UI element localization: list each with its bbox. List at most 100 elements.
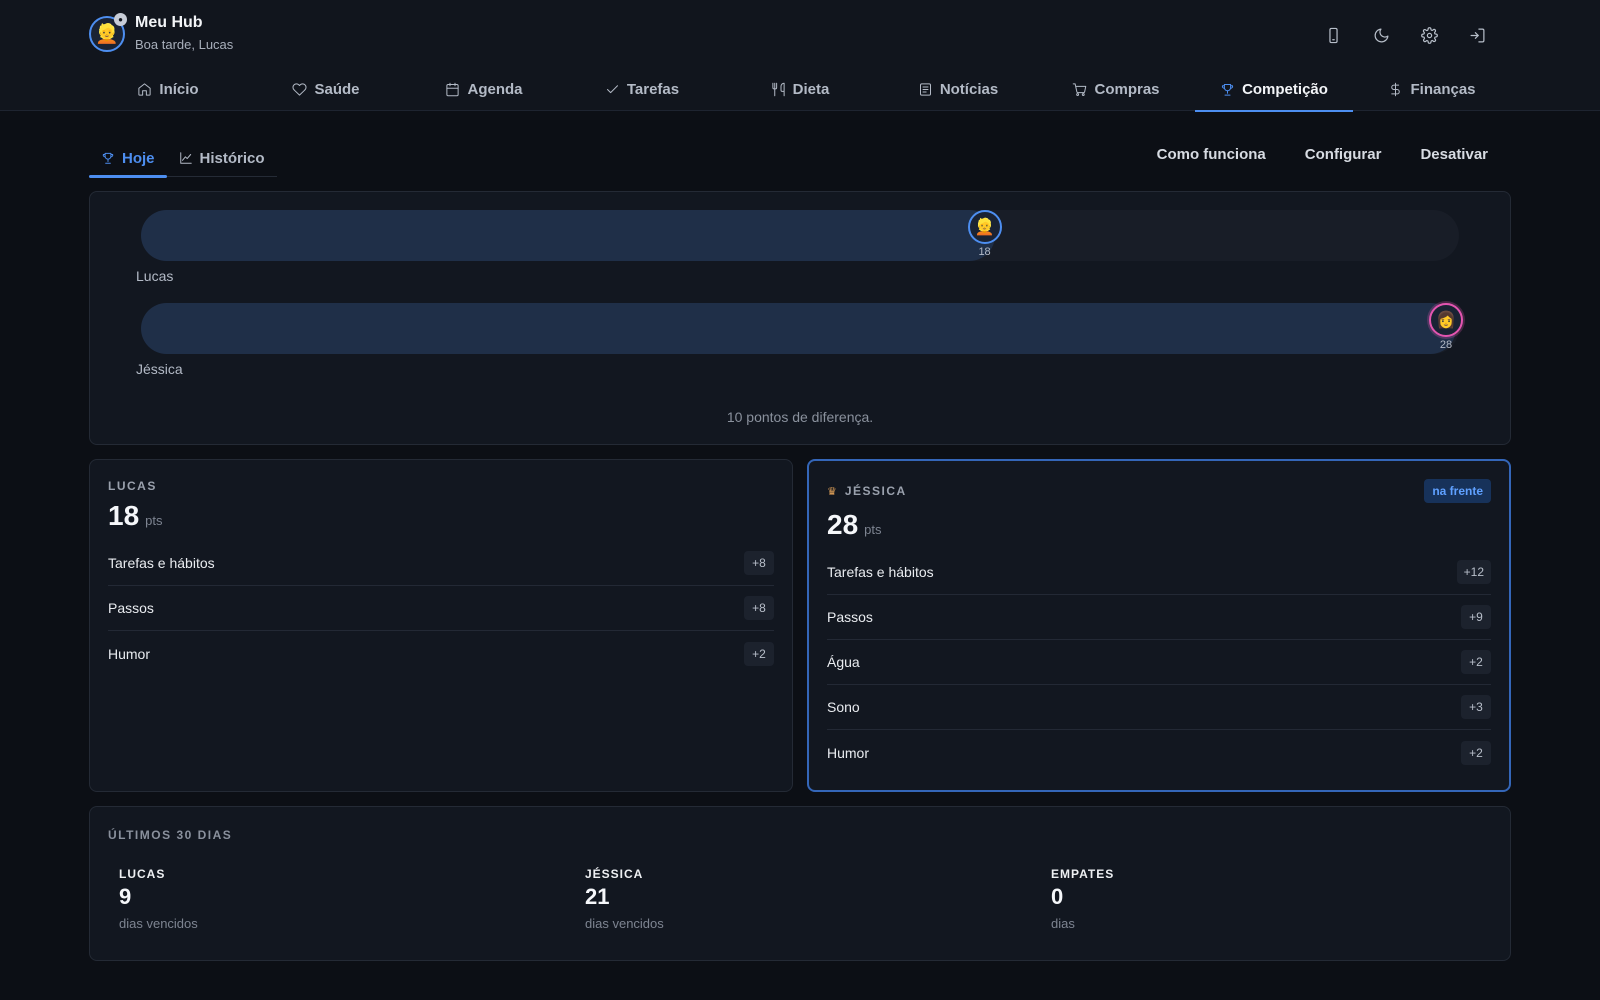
row-value: +2 bbox=[1461, 740, 1491, 765]
tab-label: Competição bbox=[1242, 81, 1328, 98]
tab-label: Histórico bbox=[199, 149, 265, 167]
main-nav: Início Saúde Agenda Tarefas Dieta Notíci… bbox=[89, 72, 1511, 112]
row-value: +3 bbox=[1461, 695, 1491, 719]
list-item: Humor +2 bbox=[827, 730, 1491, 775]
score-unit: pts bbox=[145, 513, 163, 528]
stat-value: 21 bbox=[585, 884, 610, 909]
player-score: 18 pts bbox=[108, 500, 163, 532]
race-progress-lucas bbox=[141, 210, 995, 261]
row-label: Tarefas e hábitos bbox=[108, 555, 215, 571]
row-label: Passos bbox=[827, 609, 873, 625]
logout-icon[interactable] bbox=[1464, 22, 1490, 48]
stat-jessica: JÉSSICA 21 dias vencidos bbox=[585, 867, 664, 931]
gear-icon[interactable] bbox=[1416, 22, 1442, 48]
chart-icon bbox=[179, 152, 192, 164]
configure-button[interactable]: Configurar bbox=[1305, 146, 1382, 163]
list-item: Sono +3 bbox=[827, 685, 1491, 730]
list-item: Passos +8 bbox=[108, 586, 774, 631]
phone-icon[interactable] bbox=[1320, 22, 1346, 48]
race-progress-jessica bbox=[141, 303, 1456, 354]
player-card-lucas: LUCAS 18 pts Tarefas e hábitos +8 Passos… bbox=[89, 459, 793, 792]
score-breakdown: Tarefas e hábitos +8 Passos +8 Humor +2 bbox=[108, 541, 774, 676]
app-title: Meu Hub bbox=[135, 14, 203, 31]
tab-saude[interactable]: Saúde bbox=[247, 72, 405, 111]
row-label: Sono bbox=[827, 699, 860, 715]
how-it-works-button[interactable]: Como funciona bbox=[1157, 146, 1266, 163]
history-card: ÚLTIMOS 30 DIAS LUCAS 9 dias vencidos JÉ… bbox=[89, 806, 1511, 961]
player-score: 28 pts bbox=[827, 509, 882, 541]
points-difference: 10 pontos de diferença. bbox=[726, 409, 874, 425]
stat-label: EMPATES bbox=[1051, 867, 1115, 881]
list-item: Tarefas e hábitos +12 bbox=[827, 550, 1491, 595]
tab-tarefas[interactable]: Tarefas bbox=[563, 72, 721, 111]
tab-label: Tarefas bbox=[626, 81, 680, 98]
person-icon[interactable]: 👱 ● bbox=[89, 13, 127, 52]
utensils-icon bbox=[772, 82, 785, 97]
tab-label: Hoje bbox=[122, 149, 155, 167]
stat-sub: dias vencidos bbox=[119, 916, 198, 931]
race-track-lucas bbox=[141, 210, 1459, 261]
brand-text: Meu Hub Boa tarde, Lucas bbox=[135, 13, 233, 55]
row-value: +8 bbox=[744, 551, 774, 575]
row-value: +2 bbox=[744, 641, 774, 666]
race-card: 👱 18 Lucas 👩 28 Jéssica 10 pontos de dif… bbox=[89, 191, 1511, 445]
race-name-lucas: Lucas bbox=[136, 268, 174, 284]
stat-value: 0 bbox=[1051, 884, 1064, 909]
sub-tabs: Hoje Histórico bbox=[89, 140, 277, 178]
person-icon: 👩 bbox=[1429, 303, 1463, 337]
trophy-icon bbox=[1221, 84, 1234, 96]
crown-icon: ♛ bbox=[827, 485, 837, 498]
stat-sub: dias vencidos bbox=[585, 916, 664, 931]
row-value: +12 bbox=[1456, 560, 1491, 584]
stat-ties: EMPATES 0 dias bbox=[1051, 867, 1114, 931]
trophy-icon bbox=[102, 152, 114, 164]
stat-sub: dias bbox=[1051, 916, 1075, 931]
tab-compras[interactable]: Compras bbox=[1037, 72, 1195, 111]
tab-inicio[interactable]: Início bbox=[89, 72, 247, 111]
newspaper-icon bbox=[919, 83, 931, 96]
moon-icon[interactable] bbox=[1368, 22, 1394, 48]
tab-label: Finanças bbox=[1410, 81, 1476, 98]
row-label: Tarefas e hábitos bbox=[827, 564, 934, 580]
tab-label: Compras bbox=[1094, 81, 1160, 98]
tab-noticias[interactable]: Notícias bbox=[879, 72, 1037, 111]
row-label: Água bbox=[827, 654, 860, 670]
list-item: Tarefas e hábitos +8 bbox=[108, 541, 774, 586]
list-item: Humor +2 bbox=[108, 631, 774, 676]
stat-label: JÉSSICA bbox=[585, 867, 644, 881]
tab-agenda[interactable]: Agenda bbox=[405, 72, 563, 111]
race-track-jessica bbox=[141, 303, 1459, 354]
score-breakdown: Tarefas e hábitos +12 Passos +9 Água +2 … bbox=[827, 550, 1491, 775]
player-name: LUCAS bbox=[108, 479, 157, 493]
list-item: Água +2 bbox=[827, 640, 1491, 685]
player-header: LUCAS bbox=[108, 479, 157, 493]
tab-historico[interactable]: Histórico bbox=[167, 140, 277, 176]
score-value: 28 bbox=[827, 509, 859, 540]
greeting: Boa tarde, Lucas bbox=[135, 37, 234, 52]
calendar-icon bbox=[446, 82, 460, 97]
tab-label: Saúde bbox=[314, 81, 360, 98]
medal-icon: ● bbox=[114, 13, 127, 26]
disable-button[interactable]: Desativar bbox=[1420, 146, 1488, 163]
score-unit: pts bbox=[864, 522, 882, 537]
header-actions bbox=[1320, 22, 1490, 48]
list-item: Passos +9 bbox=[827, 595, 1491, 640]
dollar-icon bbox=[1391, 82, 1401, 97]
tab-label: Notícias bbox=[939, 81, 999, 98]
row-value: +8 bbox=[744, 596, 774, 620]
race-score-lucas: 18 bbox=[978, 246, 991, 258]
tab-hoje[interactable]: Hoje bbox=[89, 140, 167, 178]
row-label: Passos bbox=[108, 600, 154, 616]
home-icon bbox=[138, 83, 152, 96]
stat-lucas: LUCAS 9 dias vencidos bbox=[119, 867, 198, 931]
tab-financas[interactable]: Finanças bbox=[1353, 72, 1511, 111]
tab-label: Início bbox=[159, 81, 199, 98]
race-name-jessica: Jéssica bbox=[136, 361, 183, 377]
top-bar: 👱 ● Meu Hub Boa tarde, Lucas Início Saúde bbox=[0, 0, 1600, 112]
tab-competicao[interactable]: Competição bbox=[1195, 72, 1353, 112]
tab-dieta[interactable]: Dieta bbox=[721, 72, 879, 111]
row-value: +9 bbox=[1461, 605, 1491, 629]
brand: 👱 ● Meu Hub Boa tarde, Lucas bbox=[89, 13, 233, 55]
stat-value: 9 bbox=[119, 884, 132, 909]
row-label: Humor bbox=[108, 645, 151, 662]
